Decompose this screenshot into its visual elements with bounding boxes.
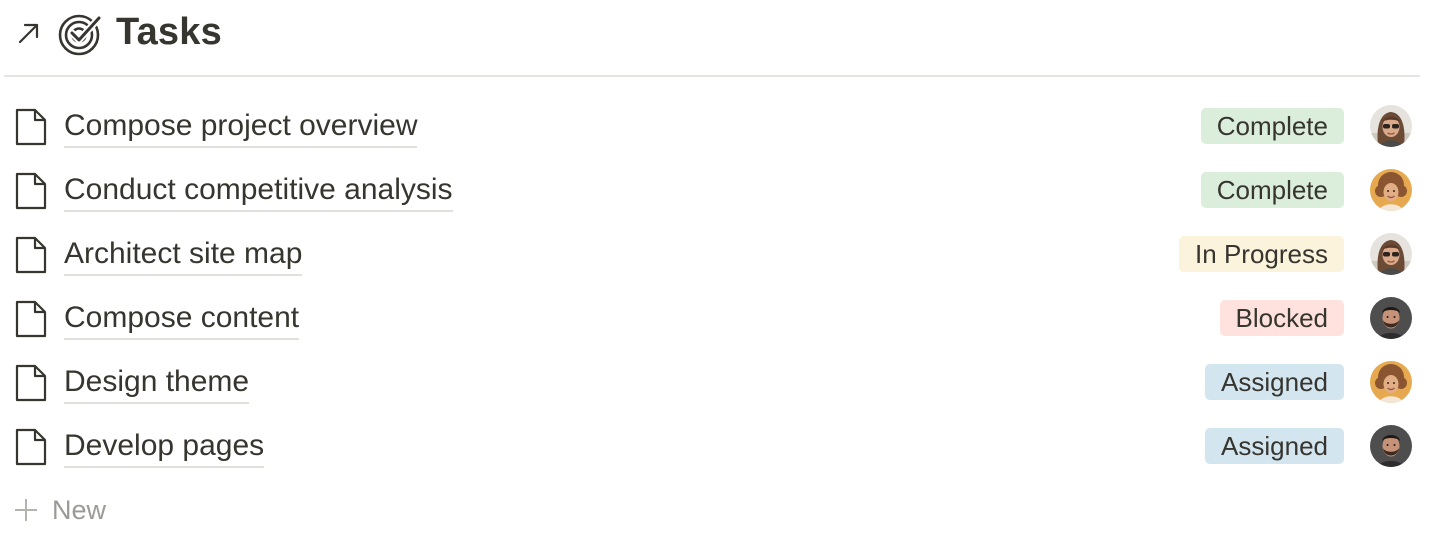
assignee-avatar[interactable]	[1370, 425, 1412, 467]
assignee-avatar[interactable]	[1370, 297, 1412, 339]
task-row[interactable]: Compose project overview Complete	[0, 95, 1430, 159]
task-title[interactable]: Conduct competitive analysis	[64, 171, 453, 212]
status-badge[interactable]: Complete	[1200, 108, 1344, 144]
task-title[interactable]: Design theme	[64, 363, 250, 404]
page-icon	[14, 108, 48, 146]
plus-icon	[14, 498, 38, 522]
assignee-avatar[interactable]	[1370, 361, 1412, 403]
task-title[interactable]: Develop pages	[64, 427, 265, 468]
arrow-up-right-icon[interactable]	[15, 19, 43, 47]
database-header: Tasks	[0, 0, 1430, 66]
page-icon	[14, 172, 48, 210]
page-icon	[14, 428, 48, 466]
task-title[interactable]: Compose content	[64, 299, 300, 340]
task-row[interactable]: Architect site map In Progress	[0, 223, 1430, 287]
assignee-avatar[interactable]	[1370, 105, 1412, 147]
task-row[interactable]: Develop pages Assigned	[0, 415, 1430, 479]
page-icon	[14, 300, 48, 338]
new-task-label: New	[52, 495, 107, 525]
status-badge[interactable]: Assigned	[1205, 364, 1344, 400]
page-icon	[14, 364, 48, 402]
target-check-icon	[58, 12, 103, 56]
status-badge[interactable]: Blocked	[1219, 300, 1344, 336]
header-divider	[4, 75, 1420, 77]
assignee-avatar[interactable]	[1370, 169, 1412, 211]
status-badge[interactable]: Complete	[1200, 172, 1344, 208]
status-badge[interactable]: Assigned	[1205, 428, 1344, 464]
page-title: Tasks	[116, 11, 222, 53]
page-icon	[14, 236, 48, 274]
task-list: Compose project overview Complete Conduc…	[0, 95, 1430, 479]
task-title[interactable]: Compose project overview	[64, 107, 418, 148]
task-row[interactable]: Conduct competitive analysis Complete	[0, 159, 1430, 223]
status-badge[interactable]: In Progress	[1179, 236, 1344, 272]
task-row[interactable]: Design theme Assigned	[0, 351, 1430, 415]
new-task-button[interactable]: New	[0, 490, 200, 530]
task-row[interactable]: Compose content Blocked	[0, 287, 1430, 351]
task-title[interactable]: Architect site map	[64, 235, 303, 276]
assignee-avatar[interactable]	[1370, 233, 1412, 275]
